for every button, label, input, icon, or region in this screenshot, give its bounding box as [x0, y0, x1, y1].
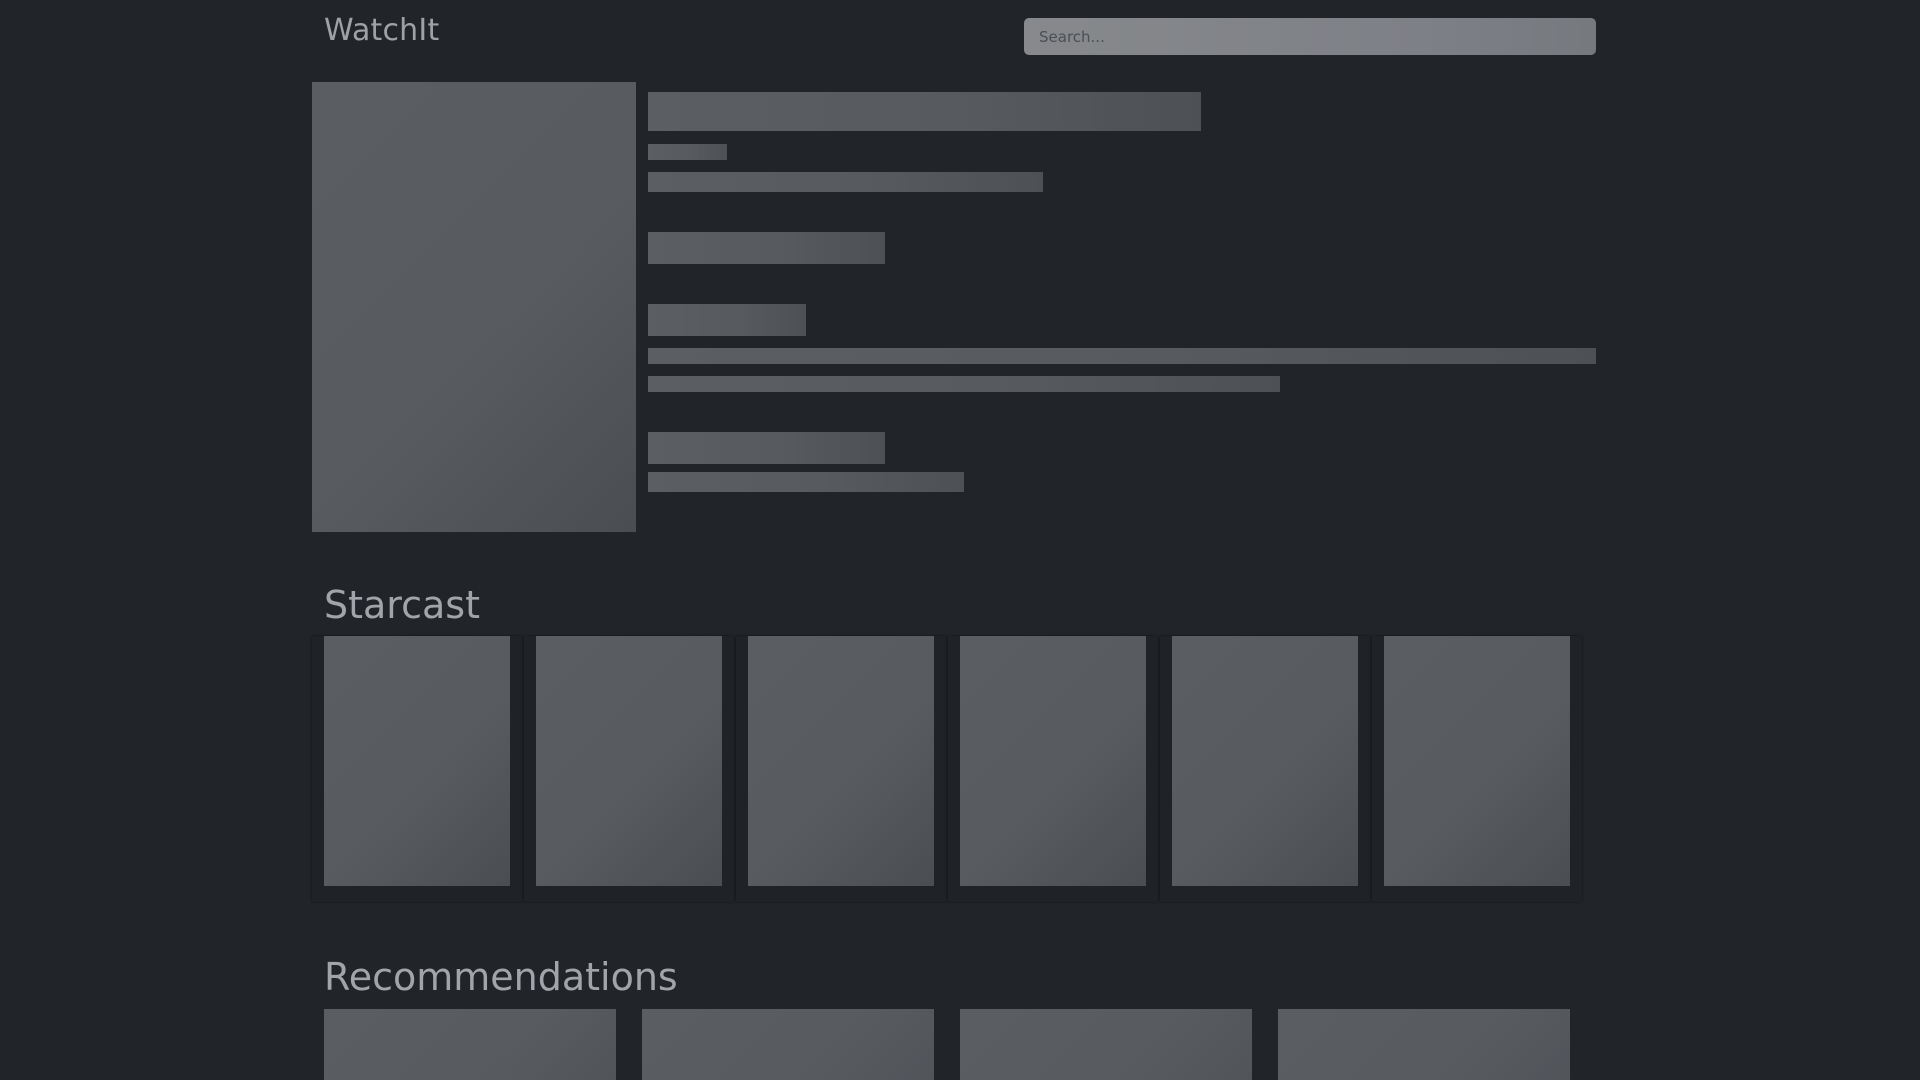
recommendations-heading: Recommendations: [324, 955, 678, 999]
overview-line-placeholder: [648, 348, 1596, 364]
starcast-heading: Starcast: [324, 583, 480, 627]
overview-line-placeholder: [648, 376, 1280, 392]
cast-photo-placeholder: [536, 636, 722, 886]
director-heading-placeholder: [648, 432, 885, 464]
poster-placeholder: [312, 82, 636, 532]
overview-heading-placeholder: [648, 304, 806, 336]
title-placeholder: [648, 92, 1201, 131]
search-bar[interactable]: [1024, 18, 1596, 55]
meta-placeholder: [648, 172, 1043, 192]
cast-card[interactable]: [312, 636, 522, 902]
recommendation-card[interactable]: [642, 1009, 934, 1080]
movie-detail-page: WatchIt Starcast Recommendations: [0, 0, 1920, 1080]
director-name-placeholder: [648, 472, 964, 492]
brand-logo[interactable]: WatchIt: [324, 12, 439, 50]
recommendation-card[interactable]: [960, 1009, 1252, 1080]
cast-card[interactable]: [948, 636, 1158, 902]
cast-photo-placeholder: [960, 636, 1146, 886]
cast-card[interactable]: [524, 636, 734, 902]
cast-photo-placeholder: [1384, 636, 1570, 886]
cast-card[interactable]: [1372, 636, 1582, 902]
cast-photo-placeholder: [1172, 636, 1358, 886]
cast-photo-placeholder: [324, 636, 510, 886]
rating-placeholder: [648, 232, 885, 264]
cast-photo-placeholder: [748, 636, 934, 886]
cast-card[interactable]: [1160, 636, 1370, 902]
search-input[interactable]: [1037, 26, 1583, 47]
year-placeholder: [648, 144, 727, 160]
cast-card[interactable]: [736, 636, 946, 902]
recommendation-card[interactable]: [1278, 1009, 1570, 1080]
recommendation-card[interactable]: [324, 1009, 616, 1080]
